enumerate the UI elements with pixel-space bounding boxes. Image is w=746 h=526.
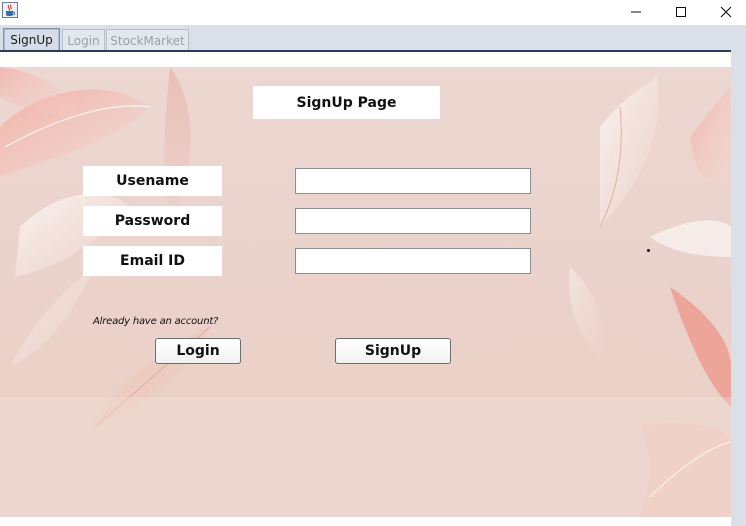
password-label: Password bbox=[83, 206, 222, 236]
email-label: Email ID bbox=[83, 246, 222, 276]
signup-panel: SignUp Page Usename Password Email ID Al… bbox=[0, 67, 731, 517]
stray-dot bbox=[647, 249, 650, 252]
tab-stockmarket[interactable]: StockMarket bbox=[106, 29, 189, 51]
panel-bottom-margin bbox=[0, 517, 731, 526]
tab-login[interactable]: Login bbox=[62, 29, 105, 51]
login-button[interactable]: Login bbox=[155, 338, 241, 364]
signup-button[interactable]: SignUp bbox=[335, 338, 451, 364]
minimize-button[interactable] bbox=[616, 0, 656, 24]
page-title: SignUp Page bbox=[253, 86, 440, 119]
java-cup-icon bbox=[2, 2, 18, 18]
tab-signup[interactable]: SignUp bbox=[3, 28, 60, 52]
username-label: Usename bbox=[83, 166, 222, 196]
title-bar bbox=[0, 0, 746, 25]
login-hint-text: Already have an account? bbox=[93, 316, 219, 327]
username-field[interactable] bbox=[295, 168, 531, 194]
password-field[interactable] bbox=[295, 208, 531, 234]
maximize-icon bbox=[676, 7, 686, 17]
close-button[interactable] bbox=[706, 0, 746, 24]
panel-top-margin bbox=[0, 52, 731, 67]
minimize-icon bbox=[631, 11, 641, 13]
email-field[interactable] bbox=[295, 248, 531, 274]
feather-background-image bbox=[0, 67, 731, 517]
maximize-button[interactable] bbox=[661, 0, 701, 24]
window-right-edge bbox=[731, 52, 746, 526]
close-icon bbox=[720, 6, 732, 18]
